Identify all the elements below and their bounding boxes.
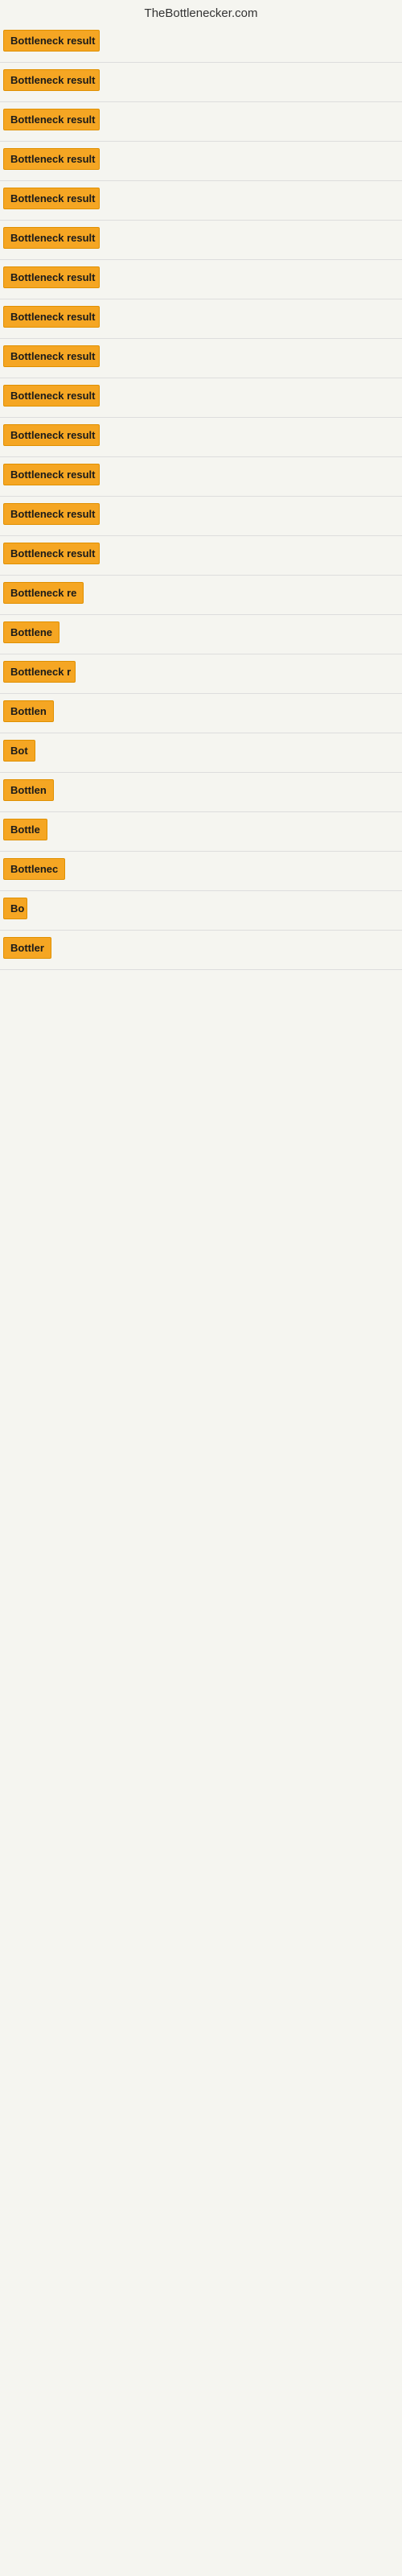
page-wrapper: TheBottlenecker.com Bottleneck resultBot… (0, 0, 402, 970)
bottleneck-badge[interactable]: Bottleneck result (3, 543, 100, 564)
bottleneck-badge[interactable]: Bottler (3, 937, 51, 959)
bottleneck-badge[interactable]: Bottleneck r (3, 661, 76, 683)
bottleneck-badge[interactable]: Bottleneck re (3, 582, 84, 604)
bottleneck-badge[interactable]: Bottleneck result (3, 345, 100, 367)
bottleneck-badge[interactable]: Bottleneck result (3, 148, 100, 170)
site-title: TheBottlenecker.com (0, 0, 402, 23)
result-row: Bottleneck result (0, 497, 402, 536)
bottleneck-badge[interactable]: Bottle (3, 819, 47, 840)
bottleneck-badge[interactable]: Bottleneck result (3, 188, 100, 209)
bottleneck-badge[interactable]: Bottleneck result (3, 385, 100, 407)
result-row: Bottleneck result (0, 142, 402, 181)
bottleneck-badge[interactable]: Bottlen (3, 779, 54, 801)
bottleneck-badge[interactable]: Bottlenec (3, 858, 65, 880)
result-row: Bottlene (0, 615, 402, 654)
result-row: Bottlenec (0, 852, 402, 891)
result-row: Bottleneck re (0, 576, 402, 615)
bottleneck-badge[interactable]: Bottlene (3, 621, 59, 643)
bottleneck-badge[interactable]: Bottleneck result (3, 424, 100, 446)
bottleneck-badge[interactable]: Bot (3, 740, 35, 762)
result-row: Bottleneck result (0, 536, 402, 576)
result-row: Bottler (0, 931, 402, 970)
result-row: Bottleneck result (0, 339, 402, 378)
bottleneck-badge[interactable]: Bottleneck result (3, 464, 100, 485)
result-row: Bottlen (0, 773, 402, 812)
bottleneck-badge[interactable]: Bottleneck result (3, 227, 100, 249)
result-row: Bottleneck result (0, 260, 402, 299)
result-row: Bot (0, 733, 402, 773)
result-row: Bottleneck result (0, 23, 402, 63)
result-row: Bottleneck result (0, 378, 402, 418)
bottleneck-badge[interactable]: Bottleneck result (3, 69, 100, 91)
bottleneck-badge[interactable]: Bo (3, 898, 27, 919)
result-row: Bottleneck result (0, 457, 402, 497)
bottleneck-badge[interactable]: Bottleneck result (3, 30, 100, 52)
result-row: Bottleneck result (0, 63, 402, 102)
result-row: Bottleneck r (0, 654, 402, 694)
bottleneck-badge[interactable]: Bottleneck result (3, 503, 100, 525)
bottleneck-badge[interactable]: Bottleneck result (3, 306, 100, 328)
result-row: Bottleneck result (0, 102, 402, 142)
bottleneck-badge[interactable]: Bottleneck result (3, 266, 100, 288)
bottleneck-badge[interactable]: Bottleneck result (3, 109, 100, 130)
result-row: Bottlen (0, 694, 402, 733)
results-list: Bottleneck result Bottleneck result Bottle… (0, 23, 402, 970)
result-row: Bottleneck result (0, 181, 402, 221)
bottleneck-badge[interactable]: Bottlen (3, 700, 54, 722)
result-row: Bottleneck result (0, 299, 402, 339)
result-row: Bottle (0, 812, 402, 852)
result-row: Bottleneck result (0, 418, 402, 457)
result-row: Bo (0, 891, 402, 931)
result-row: Bottleneck result (0, 221, 402, 260)
